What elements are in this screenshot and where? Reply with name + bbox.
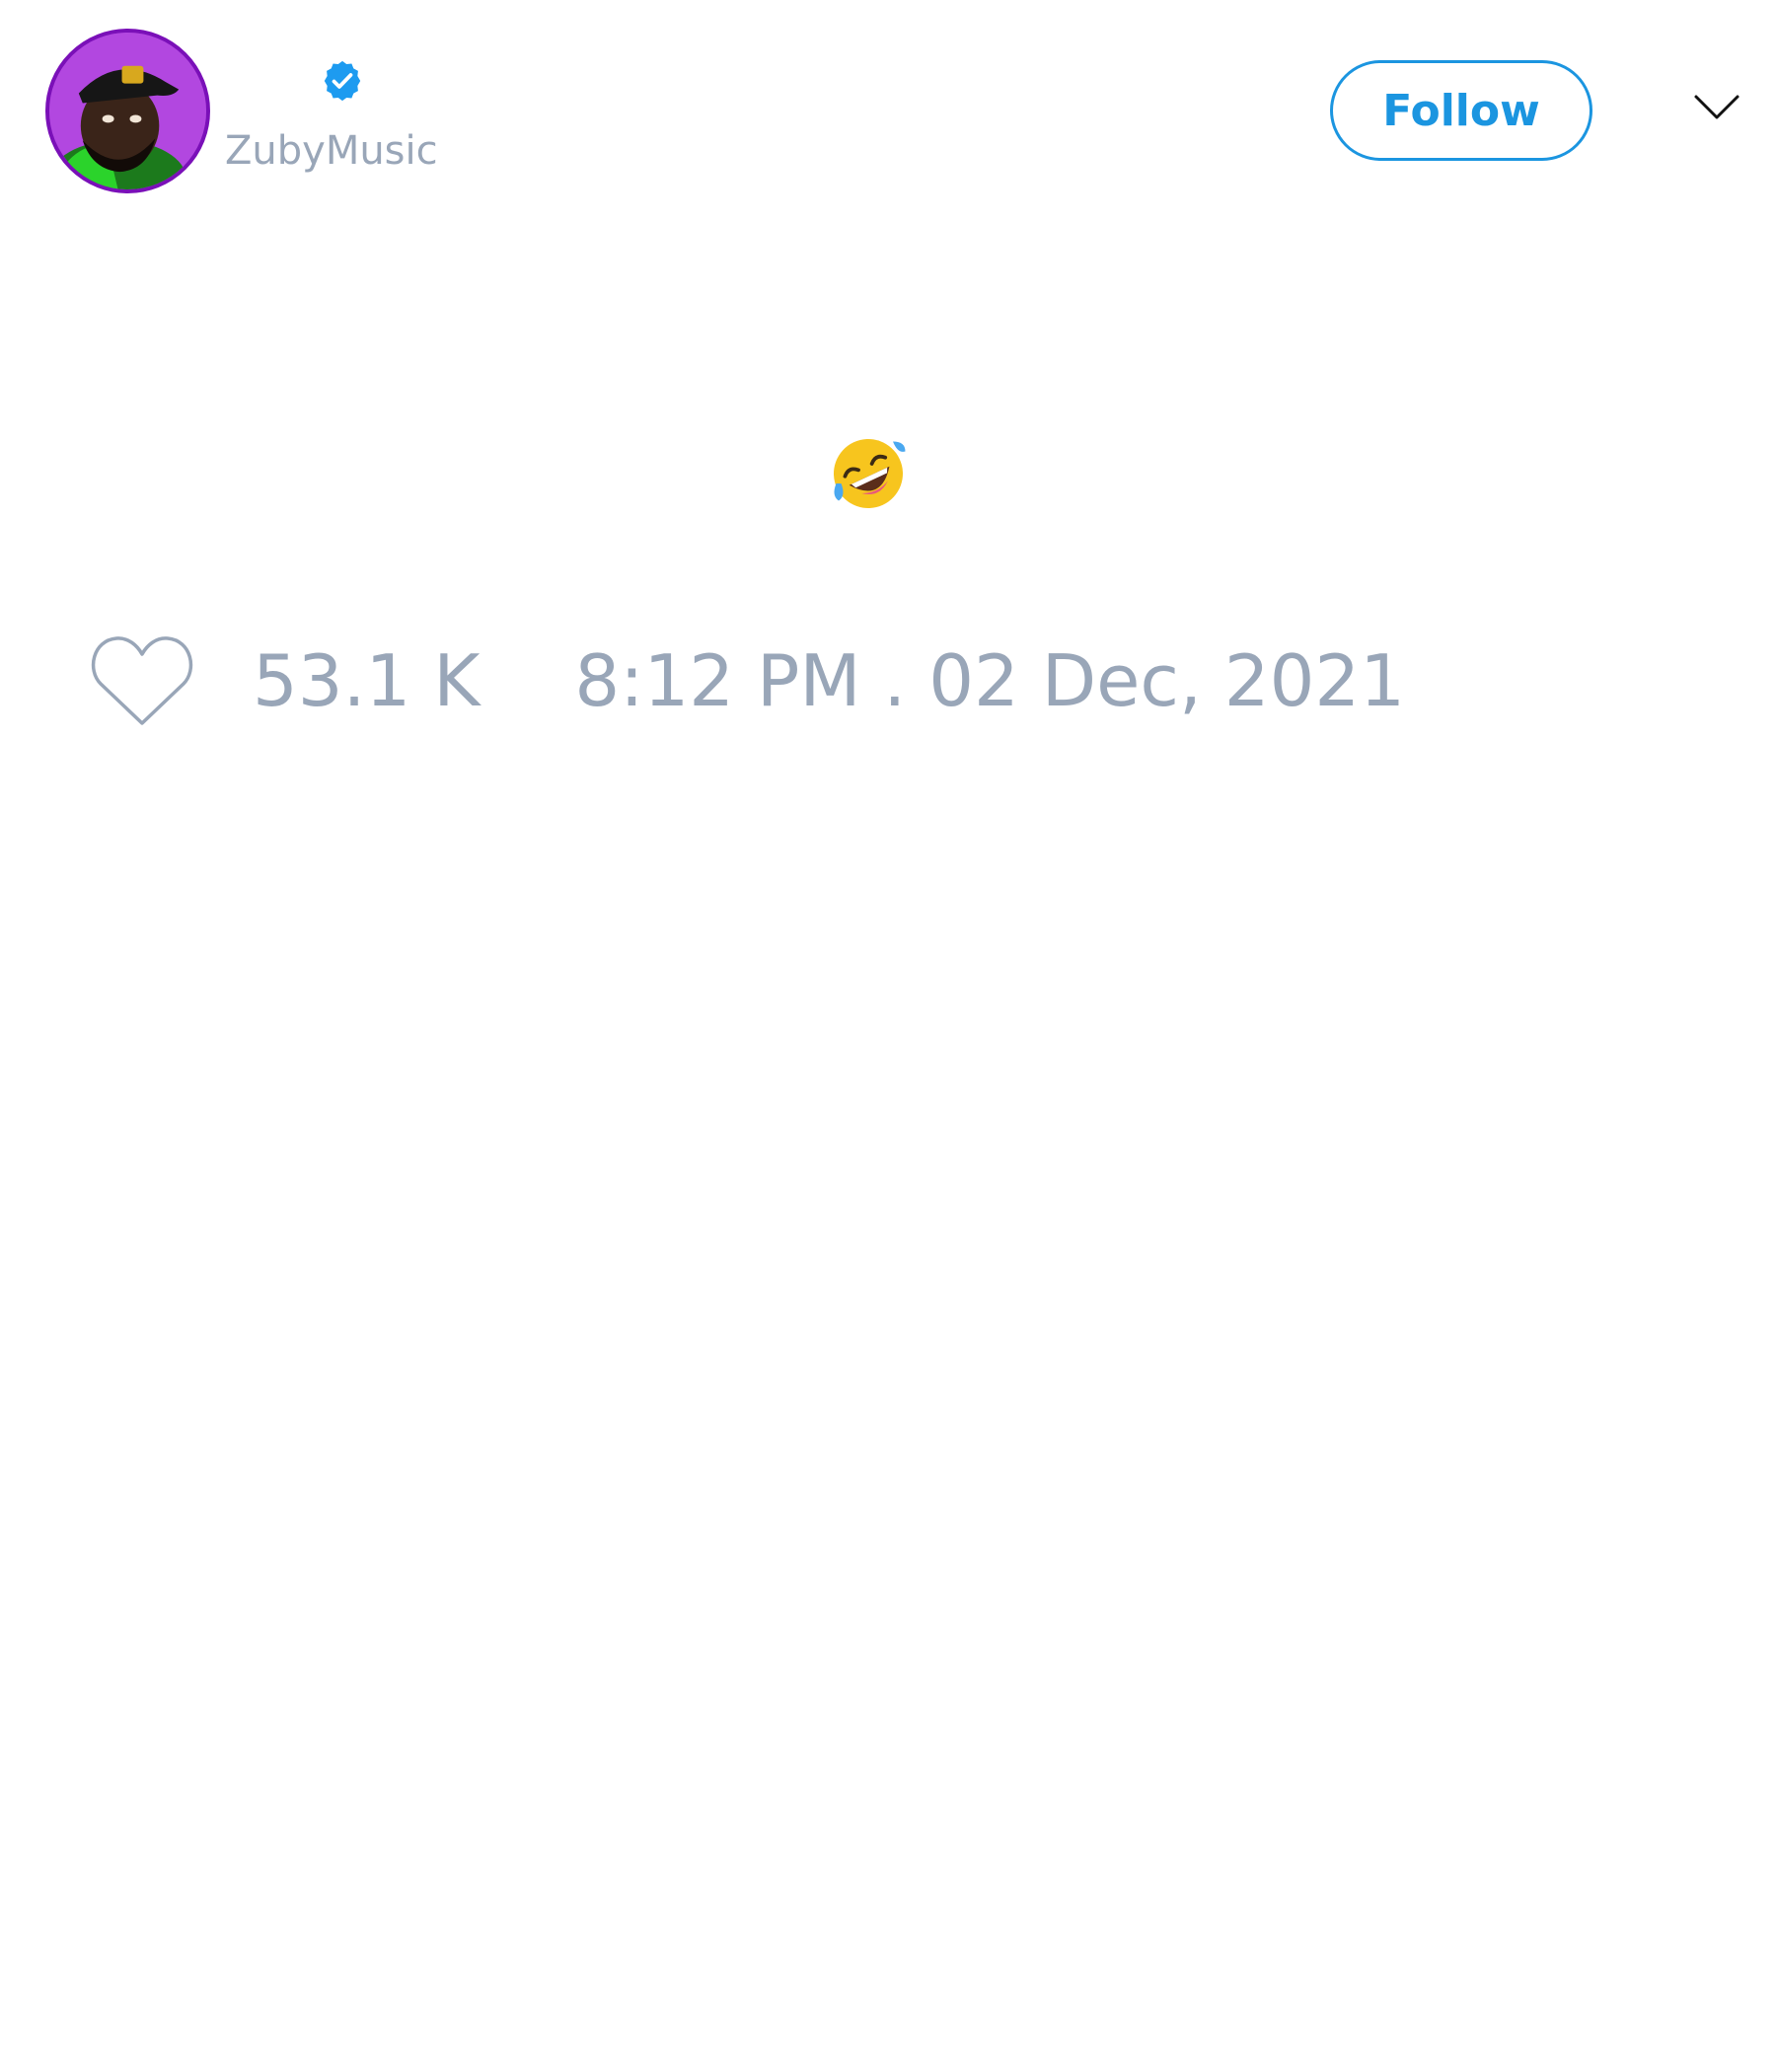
author-handle[interactable]: ZubyMusic: [225, 128, 438, 174]
rolling-on-the-floor-laughing-emoji-icon: [829, 434, 908, 513]
like-count: 53.1 K: [253, 639, 481, 722]
chevron-down-icon[interactable]: [1693, 93, 1740, 122]
profile-avatar[interactable]: [45, 29, 210, 193]
verified-badge-icon: [320, 58, 365, 104]
tweet-timestamp[interactable]: 8:12 PM . 02 Dec, 2021: [574, 639, 1405, 722]
heart-icon[interactable]: [89, 632, 195, 729]
tweet-footer: 53.1 K 8:12 PM . 02 Dec, 2021: [89, 631, 1405, 730]
follow-button[interactable]: Follow: [1330, 60, 1592, 161]
tweet-text: [0, 434, 1737, 517]
tweet-header: ZubyMusic Follow: [0, 0, 1776, 227]
